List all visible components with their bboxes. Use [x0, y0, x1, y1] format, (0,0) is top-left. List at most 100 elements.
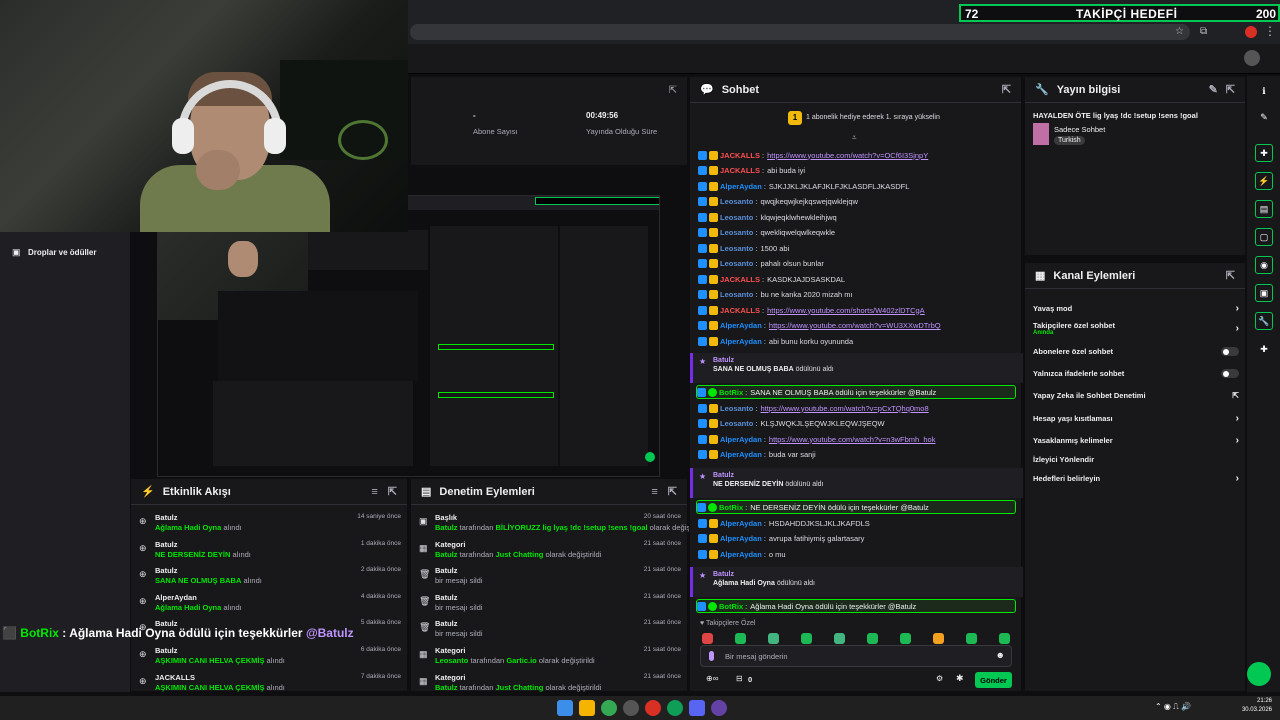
chat-username[interactable]: Leosanto	[720, 259, 753, 268]
points-icon[interactable]: ⊕∞	[706, 674, 718, 683]
chat-username[interactable]: Leosanto	[720, 244, 753, 253]
emote-icon[interactable]	[702, 633, 713, 644]
activity-item[interactable]: ⊕ JACKALLS 7 dakika önce AŞKIMIN CANI HELVA…	[137, 673, 403, 699]
bookmark-star-icon[interactable]: ☆	[1175, 26, 1184, 37]
chat-username[interactable]: Leosanto	[720, 404, 753, 413]
pencil-icon[interactable]: ✎	[1255, 108, 1273, 126]
quick-action-2-icon[interactable]: ⚡	[1255, 172, 1273, 190]
activity-item[interactable]: ⊕ AlperAydan 4 dakika önce Ağlama Hadi Oyna…	[137, 593, 403, 619]
activity-item[interactable]: ⊕ Batulz 2 dakika önce SANA NE OLMUŞ BABA a…	[137, 566, 403, 592]
chat-username[interactable]: Leosanto	[720, 419, 753, 428]
emote-icon[interactable]	[834, 633, 845, 644]
quick-action-3-icon[interactable]: ▤	[1255, 200, 1273, 218]
chat-link[interactable]: https://www.youtube.com/shorts/W402zlDTC…	[767, 306, 925, 315]
popout-icon[interactable]: ⇱	[388, 485, 397, 498]
activity-item[interactable]: ⊕ Batulz 1 dakika önce NE DERSENİZ DEYİN al…	[137, 540, 403, 566]
channel-action-item[interactable]: Hedefleri belirleyin ›	[1033, 473, 1239, 484]
quick-action-7-icon[interactable]: 🔧	[1255, 312, 1273, 330]
quick-action-5-icon[interactable]: ◉	[1255, 256, 1273, 274]
sidebar-item-drops[interactable]: Droplar ve ödüller	[28, 248, 96, 257]
channel-action-item[interactable]: Yasaklanmış kelimeler ›	[1033, 435, 1239, 446]
collapse-icon[interactable]: ⩡	[852, 133, 857, 143]
moderation-item[interactable]: 🗑 Batulz 21 saat önce bir mesajı sildi	[417, 619, 683, 645]
chat-username[interactable]: AlperAydan	[720, 337, 762, 346]
chat-input[interactable]: Bir mesaj gönderin ☻	[700, 645, 1012, 667]
reward-user[interactable]: Batulz	[713, 571, 1023, 578]
activity-item[interactable]: ⊕ Batulz 14 saniye önce Ağlama Hadi Oyna al…	[137, 513, 403, 539]
discord-icon[interactable]	[689, 700, 705, 716]
filter-icon[interactable]: ≡	[371, 486, 377, 498]
help-chat-icon[interactable]	[1247, 662, 1271, 686]
channel-action-item[interactable]: Abonelere özel sohbet	[1033, 347, 1239, 356]
emoji-icon[interactable]: ☻	[996, 650, 1005, 660]
popout-icon[interactable]: ⇱	[669, 85, 677, 96]
microphone-icon[interactable]	[709, 651, 714, 661]
emote-icon[interactable]	[999, 633, 1010, 644]
chat-username[interactable]: AlperAydan	[720, 534, 762, 543]
quick-action-6-icon[interactable]: ▣	[1255, 284, 1273, 302]
address-bar[interactable]	[410, 24, 1190, 40]
popout-icon[interactable]: ⇱	[668, 485, 677, 498]
app-icon-4[interactable]	[623, 700, 639, 716]
channel-action-item[interactable]: Yavaş mod ›	[1033, 303, 1239, 314]
chat-username[interactable]: AlperAydan	[720, 182, 762, 191]
settings-gear-icon[interactable]: ⚙	[936, 674, 943, 683]
chat-username[interactable]: JACKALLS	[720, 275, 760, 284]
popout-icon[interactable]: ⇱	[1226, 83, 1235, 96]
info-icon[interactable]: ℹ	[1255, 82, 1273, 100]
emote-icon[interactable]	[768, 633, 779, 644]
edge-icon[interactable]	[667, 700, 683, 716]
chat-username[interactable]: JACKALLS	[720, 306, 760, 315]
moderation-item[interactable]: 🗑 Batulz 21 saat önce bir mesajı sildi	[417, 566, 683, 592]
bot-username[interactable]: BotRix	[719, 503, 743, 512]
chat-username[interactable]: Leosanto	[720, 228, 753, 237]
emote-icon[interactable]	[735, 633, 746, 644]
chat-username[interactable]: AlperAydan	[720, 450, 762, 459]
bot-username[interactable]: BotRix	[719, 602, 743, 611]
chat-username[interactable]: Leosanto	[720, 290, 753, 299]
quick-action-1-icon[interactable]: ✚	[1255, 144, 1273, 162]
chrome-icon[interactable]	[601, 700, 617, 716]
chat-username[interactable]: Leosanto	[720, 213, 753, 222]
chat-link[interactable]: https://www.youtube.com/watch?v=OCf6I3Sj…	[767, 151, 928, 160]
moderation-item[interactable]: ▣ Başlık 20 saat önce Batulz tarafından BİL…	[417, 513, 706, 539]
chat-link[interactable]: https://www.youtube.com/watch?v=WU3XXwDT…	[769, 321, 941, 330]
chat-username[interactable]: AlperAydan	[720, 519, 762, 528]
chat-link[interactable]: https://www.youtube.com/watch?v=n3wFbmh_…	[769, 435, 936, 444]
reward-user[interactable]: Batulz	[713, 472, 1023, 479]
toggle-switch[interactable]	[1221, 369, 1239, 378]
emote-icon[interactable]	[867, 633, 878, 644]
moderation-item[interactable]: 🗑 Batulz 21 saat önce bir mesajı sildi	[417, 593, 683, 619]
emote-icon[interactable]	[933, 633, 944, 644]
tag-chip[interactable]: Turkish	[1054, 136, 1085, 145]
emote-picker-icon[interactable]: ✱	[956, 673, 964, 684]
chat-username[interactable]: Leosanto	[720, 197, 753, 206]
send-button[interactable]: Gönder	[975, 672, 1012, 688]
edit-icon[interactable]: ✎	[1209, 83, 1218, 96]
chat-username[interactable]: AlperAydan	[720, 321, 762, 330]
emote-icon[interactable]	[966, 633, 977, 644]
bot-username[interactable]: BotRix	[719, 388, 743, 397]
moderation-item[interactable]: ▦ Kategori 21 saat önce Leosanto tarafından…	[417, 646, 683, 672]
start-icon[interactable]	[557, 700, 573, 716]
channel-action-item[interactable]: Takipçilere özel sohbet Anında ›	[1033, 321, 1239, 336]
channel-action-item[interactable]: Yalnızca ifadelerle sohbet	[1033, 369, 1239, 378]
activity-item[interactable]: ⊕ Batulz 6 dakika önce AŞKIMIN CANI HELVA Ç…	[137, 646, 403, 672]
extensions-icon[interactable]: ⧉	[1200, 26, 1207, 37]
file-explorer-icon[interactable]	[579, 700, 595, 716]
profile-avatar[interactable]	[1245, 26, 1257, 38]
chat-username[interactable]: JACKALLS	[720, 166, 760, 175]
channel-action-item[interactable]: İzleyici Yönlendir	[1033, 455, 1239, 464]
tray-icons[interactable]: ⌃ ◉ ⎍ 🔊	[1155, 702, 1191, 712]
add-action-icon[interactable]: ✚	[1255, 340, 1273, 358]
app-icon-5[interactable]	[645, 700, 661, 716]
user-avatar[interactable]	[1244, 50, 1260, 66]
category-name[interactable]: Sadece Sohbet	[1054, 125, 1105, 134]
obs-icon[interactable]	[711, 700, 727, 716]
moderation-item[interactable]: ▦ Kategori 21 saat önce Batulz tarafından J…	[417, 673, 683, 699]
popout-icon[interactable]: ⇱	[1002, 83, 1011, 96]
chat-username[interactable]: AlperAydan	[720, 550, 762, 559]
browser-menu-icon[interactable]: ⋮	[1264, 24, 1276, 38]
reward-user[interactable]: Batulz	[713, 357, 1023, 364]
popout-icon[interactable]: ⇱	[1226, 269, 1235, 282]
